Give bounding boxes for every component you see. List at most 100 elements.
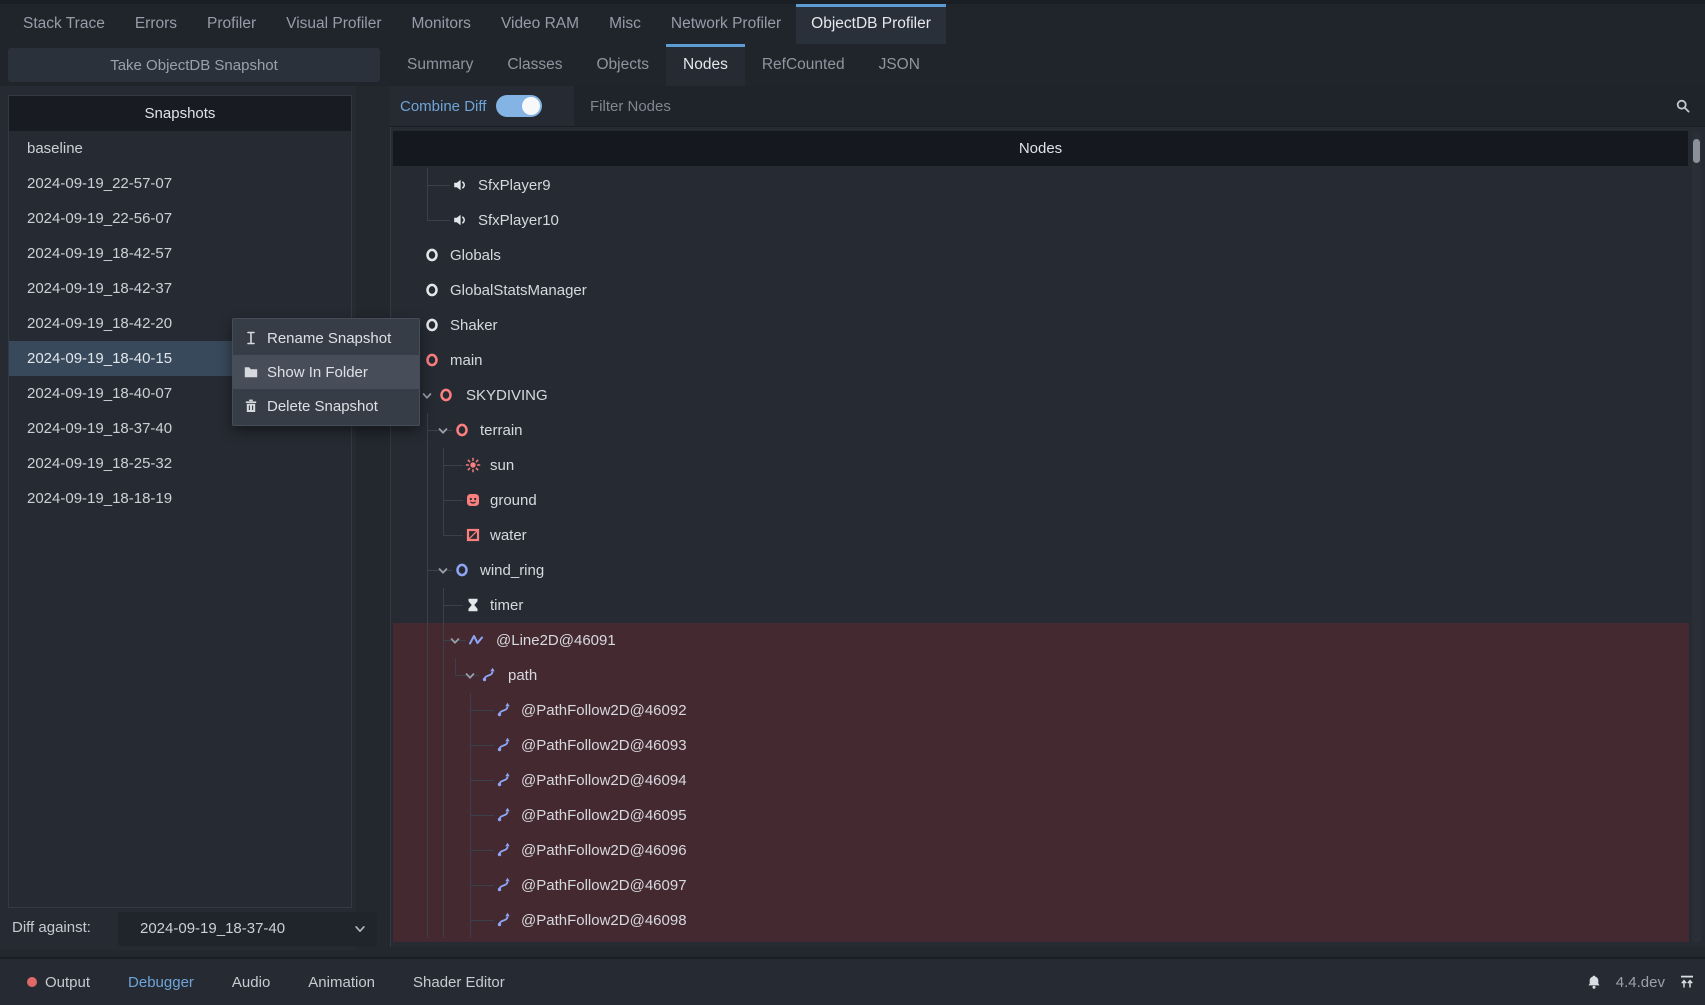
tab-errors[interactable]: Errors xyxy=(120,4,192,44)
status-item-label: Output xyxy=(45,974,90,991)
tab-summary[interactable]: Summary xyxy=(390,44,490,86)
tab-json[interactable]: JSON xyxy=(862,44,937,86)
menu-item-delete-snapshot[interactable]: Delete Snapshot xyxy=(233,389,419,423)
tree-node-ground[interactable]: ground xyxy=(393,483,1689,518)
tree-connector xyxy=(427,798,428,833)
snapshot-item-2024-09-19-22-56-07[interactable]: 2024-09-19_22-56-07 xyxy=(9,201,351,236)
tree-node-main[interactable]: main xyxy=(393,343,1689,378)
combine-diff-label: Combine Diff xyxy=(400,98,486,115)
tree-node-pathfollow2d-46096[interactable]: @PathFollow2D@46096 xyxy=(393,833,1689,868)
tree-node-pathfollow2d-46095[interactable]: @PathFollow2D@46095 xyxy=(393,798,1689,833)
zigzag-node-icon xyxy=(468,632,484,648)
tree-connector xyxy=(443,868,444,903)
snapshot-context-menu: Rename SnapshotShow In FolderDelete Snap… xyxy=(232,318,420,426)
search-icon xyxy=(1675,98,1691,114)
tab-classes[interactable]: Classes xyxy=(490,44,579,86)
tree-connector xyxy=(427,483,428,518)
curve-node-icon xyxy=(496,772,512,788)
status-item-debugger[interactable]: Debugger xyxy=(109,974,213,991)
tree-node-pathfollow2d-46097[interactable]: @PathFollow2D@46097 xyxy=(393,868,1689,903)
tree-node-terrain[interactable]: terrain xyxy=(393,413,1689,448)
tree-node-shaker[interactable]: Shaker xyxy=(393,308,1689,343)
tree-scrollbar-thumb[interactable] xyxy=(1693,139,1700,163)
expand-arrow-icon[interactable] xyxy=(464,670,476,682)
notification-bell-icon[interactable] xyxy=(1586,974,1602,990)
tree-node-sfxplayer10[interactable]: SfxPlayer10 xyxy=(393,203,1689,238)
tree-node-pathfollow2d-46093[interactable]: @PathFollow2D@46093 xyxy=(393,728,1689,763)
status-item-output[interactable]: Output xyxy=(8,974,109,991)
sun-node-icon xyxy=(465,457,481,473)
take-snapshot-button[interactable]: Take ObjectDB Snapshot xyxy=(8,48,380,82)
expand-arrow-icon[interactable] xyxy=(449,635,461,647)
tree-node-sfxplayer9[interactable]: SfxPlayer9 xyxy=(393,168,1689,203)
tree-node-label: Globals xyxy=(450,238,501,273)
tree-connector xyxy=(443,605,463,606)
tree-connector xyxy=(427,903,428,938)
snapshot-item-2024-09-19-22-57-07[interactable]: 2024-09-19_22-57-07 xyxy=(9,166,351,201)
curve-node-icon xyxy=(496,807,512,823)
tab-objectdb-profiler[interactable]: ObjectDB Profiler xyxy=(796,4,946,44)
status-item-label: Audio xyxy=(232,974,270,991)
tree-node-sun[interactable]: sun xyxy=(393,448,1689,483)
tree-node-label: water xyxy=(490,518,527,553)
tab-objects[interactable]: Objects xyxy=(579,44,666,86)
expand-arrow-icon[interactable] xyxy=(421,390,433,402)
tab-profiler[interactable]: Profiler xyxy=(192,4,271,44)
snapshots-header: Snapshots xyxy=(9,96,351,131)
menu-item-show-in-folder[interactable]: Show In Folder xyxy=(233,355,419,389)
tree-node-label: GlobalStatsManager xyxy=(450,273,587,308)
tab-misc[interactable]: Misc xyxy=(594,4,656,44)
tab-refcounted[interactable]: RefCounted xyxy=(745,44,862,86)
tree-connector xyxy=(443,535,463,536)
tree-node-label: terrain xyxy=(480,413,523,448)
expand-bottom-panel-icon[interactable] xyxy=(1679,974,1695,990)
status-item-label: Debugger xyxy=(128,974,194,991)
curve-node-icon xyxy=(496,702,512,718)
tree-node-label: @PathFollow2D@46098 xyxy=(521,903,687,938)
tree-node-label: SKYDIVING xyxy=(466,378,548,413)
snapshot-item-baseline[interactable]: baseline xyxy=(9,131,351,166)
tree-connector xyxy=(443,500,463,501)
tab-monitors[interactable]: Monitors xyxy=(397,4,486,44)
expand-arrow-icon[interactable] xyxy=(437,425,449,437)
tab-video-ram[interactable]: Video RAM xyxy=(486,4,594,44)
tree-node-path[interactable]: path xyxy=(393,658,1689,693)
tree-connector xyxy=(470,710,494,711)
filter-nodes-input[interactable] xyxy=(574,86,1705,126)
menu-item-rename-snapshot[interactable]: Rename Snapshot xyxy=(233,321,419,355)
chevron-down-icon xyxy=(353,922,367,941)
curve-node-icon xyxy=(496,842,512,858)
tree-node-line2d-46091[interactable]: @Line2D@46091 xyxy=(393,623,1689,658)
tree-node-timer[interactable]: timer xyxy=(393,588,1689,623)
tree-connector xyxy=(443,465,463,466)
status-item-animation[interactable]: Animation xyxy=(289,974,394,991)
trash-icon xyxy=(243,398,259,414)
tree-connector xyxy=(443,693,444,728)
tree-node-wind-ring[interactable]: wind_ring xyxy=(393,553,1689,588)
snapshot-item-2024-09-19-18-25-32[interactable]: 2024-09-19_18-25-32 xyxy=(9,446,351,481)
tree-node-pathfollow2d-46094[interactable]: @PathFollow2D@46094 xyxy=(393,763,1689,798)
tree-node-globals[interactable]: Globals xyxy=(393,238,1689,273)
combine-diff-toggle[interactable] xyxy=(496,95,542,117)
tree-node-pathfollow2d-46098[interactable]: @PathFollow2D@46098 xyxy=(393,903,1689,938)
tree-node-water[interactable]: water xyxy=(393,518,1689,553)
diff-against-dropdown[interactable]: 2024-09-19_18-37-40 xyxy=(118,912,377,946)
expand-arrow-icon[interactable] xyxy=(437,565,449,577)
snapshot-item-2024-09-19-18-42-37[interactable]: 2024-09-19_18-42-37 xyxy=(9,271,351,306)
tree-scrollbar[interactable] xyxy=(1692,131,1701,943)
tab-nodes[interactable]: Nodes xyxy=(666,44,745,86)
tab-visual-profiler[interactable]: Visual Profiler xyxy=(271,4,396,44)
status-item-audio[interactable]: Audio xyxy=(213,974,289,991)
tree-node-globalstatsmanager[interactable]: GlobalStatsManager xyxy=(393,273,1689,308)
tab-network-profiler[interactable]: Network Profiler xyxy=(656,4,796,44)
status-item-shader-editor[interactable]: Shader Editor xyxy=(394,974,524,991)
snapshots-panel: Snapshots baseline2024-09-19_22-57-07202… xyxy=(0,86,356,950)
ibeam-icon xyxy=(243,330,259,346)
snapshot-item-2024-09-19-18-18-19[interactable]: 2024-09-19_18-18-19 xyxy=(9,481,351,516)
tab-stack-trace[interactable]: Stack Trace xyxy=(8,4,120,44)
tree-node-skydiving[interactable]: SKYDIVING xyxy=(393,378,1689,413)
tree-node-pathfollow2d-46092[interactable]: @PathFollow2D@46092 xyxy=(393,693,1689,728)
tree-connector xyxy=(443,518,444,536)
tree-connector xyxy=(470,920,494,921)
snapshot-item-2024-09-19-18-42-57[interactable]: 2024-09-19_18-42-57 xyxy=(9,236,351,271)
